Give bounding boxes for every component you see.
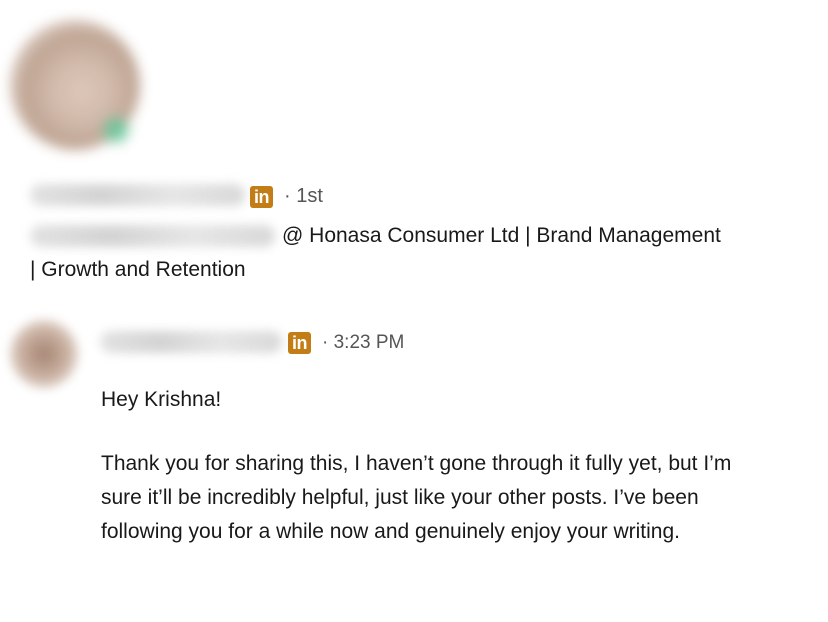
message-body: Hey Krishna! Thank you for sharing this,…: [101, 383, 741, 549]
headline-title-redacted: [30, 225, 275, 247]
profile-avatar[interactable]: [10, 20, 140, 150]
message-timestamp: · 3:23 PM: [322, 332, 405, 353]
message-text: Thank you for sharing this, I haven’t go…: [101, 452, 732, 543]
message-sender-avatar[interactable]: [10, 320, 78, 388]
profile-name-redacted[interactable]: [30, 184, 245, 206]
message-sender-name-redacted[interactable]: [100, 331, 282, 353]
linkedin-premium-icon: in: [288, 332, 311, 354]
profile-headline-continued: | Growth and Retention: [30, 258, 246, 281]
profile-headline: @ Honasa Consumer Ltd | Brand Management: [282, 224, 721, 247]
online-status-indicator: [104, 118, 128, 142]
connection-degree: · 1st: [284, 185, 323, 207]
message-greeting: Hey Krishna!: [101, 388, 222, 411]
linkedin-premium-icon: in: [250, 186, 273, 208]
